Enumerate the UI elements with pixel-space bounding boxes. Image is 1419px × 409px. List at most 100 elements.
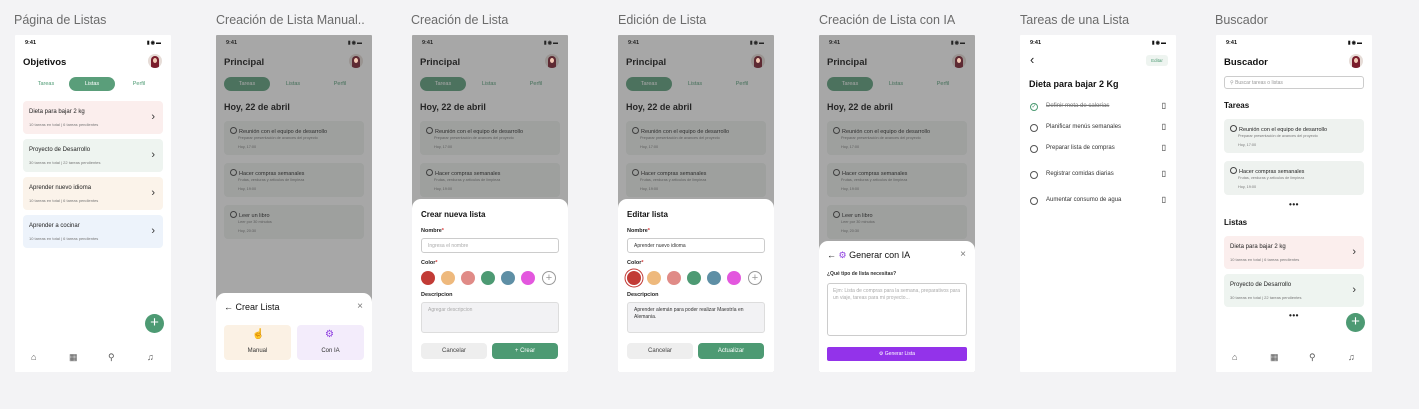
task-row[interactable]: Registrar comidas diarias ▯	[1028, 169, 1168, 182]
generate-list-button[interactable]: ⚙ Generar Lista	[827, 347, 967, 361]
color-swatch-orange[interactable]	[441, 271, 455, 285]
tab-perfil[interactable]: Perfil	[116, 77, 162, 91]
task-row[interactable]: ✓ Definir meta de calorías ▯	[1028, 101, 1168, 114]
name-input[interactable]: Aprender nuevo idioma	[627, 238, 765, 253]
list-card[interactable]: Dieta para bajar 2 kg 10 tareas en total …	[1224, 236, 1364, 269]
sheet-title: Crear nueva lista	[421, 210, 486, 219]
screen-edicion-lista: 9:41 ▮◉▬ Principal Tareas Listas Perfil H…	[618, 35, 774, 372]
tab-tareas[interactable]: Tareas	[23, 77, 69, 91]
trash-icon[interactable]: ▯	[1162, 122, 1166, 131]
list-title: Aprender nuevo idioma	[29, 185, 92, 191]
checkbox-icon[interactable]	[1030, 124, 1038, 132]
check-done-icon[interactable]: ✓	[1030, 103, 1038, 111]
list-card[interactable]: Aprender a cocinar 10 tareas en total | 6…	[23, 215, 163, 248]
cancel-button[interactable]: Cancelar	[627, 343, 693, 359]
status-icons: ▮◉▬	[1151, 40, 1167, 46]
list-card[interactable]: Proyecto de Desarrollo 30 tareas en total…	[23, 139, 163, 172]
update-button[interactable]: Actualizar	[698, 343, 764, 359]
task-card[interactable]: Hacer compras semanales Frutas, verduras …	[1224, 161, 1364, 195]
bell-icon[interactable]: ♫	[147, 352, 154, 362]
caption-creacion-manual: Creación de Lista Manual..	[216, 13, 365, 27]
task-label: Preparar lista de compras	[1046, 145, 1115, 151]
task-card[interactable]: Reunión con el equipo de desarrollo Prepa…	[1224, 119, 1364, 153]
caption-creacion-ia: Creación de Lista con IA	[819, 13, 956, 27]
back-arrow-icon[interactable]: ←	[224, 302, 233, 312]
color-swatch-blue[interactable]	[707, 271, 721, 285]
trash-icon[interactable]: ▯	[1162, 169, 1166, 178]
trash-icon[interactable]: ▯	[1162, 101, 1166, 110]
list-card[interactable]: Dieta para bajar 2 kg 10 tareas en total …	[23, 101, 163, 134]
color-swatch-red-selected[interactable]	[627, 271, 641, 285]
back-arrow-icon[interactable]: ←	[827, 250, 836, 260]
tab-bar: Tareas Listas Perfil	[23, 77, 163, 91]
more-tasks-dots[interactable]: •••	[1216, 200, 1372, 209]
color-swatch-pink[interactable]	[461, 271, 475, 285]
add-button[interactable]: +	[1346, 313, 1365, 332]
task-desc: Frutas, verduras y artículos de limpieza	[1238, 176, 1305, 180]
ia-option-button[interactable]: ⚙ Con IA	[297, 325, 364, 360]
add-color-icon[interactable]: +	[542, 271, 556, 285]
cancel-button[interactable]: Cancelar	[421, 343, 487, 359]
task-row[interactable]: Preparar lista de compras ▯	[1028, 143, 1168, 156]
checkbox-icon[interactable]	[1030, 197, 1038, 205]
list-title: Dieta para bajar 2 kg	[29, 109, 85, 115]
avatar[interactable]	[148, 54, 162, 68]
crear-lista-sheet: ← Crear Lista × ☝ Manual ⚙ Con IA	[216, 293, 372, 372]
color-swatch-green[interactable]	[481, 271, 495, 285]
back-icon[interactable]: ‹	[1030, 52, 1034, 67]
checkbox-icon[interactable]	[1030, 171, 1038, 179]
desc-textarea[interactable]: Agregar descripcion	[421, 302, 559, 333]
color-swatch-blue[interactable]	[501, 271, 515, 285]
status-bar: 9:41 ▮◉▬	[1030, 40, 1167, 47]
close-icon[interactable]: ×	[960, 249, 966, 260]
name-input[interactable]: Ingresa el nombre	[421, 238, 559, 253]
color-swatch-magenta[interactable]	[521, 271, 535, 285]
screen-creacion-ia: 9:41 ▮◉▬ Principal Tareas Listas Perfil H…	[819, 35, 975, 372]
calendar-icon[interactable]: ▦	[69, 352, 78, 363]
checkbox-icon[interactable]	[1030, 145, 1038, 153]
add-list-button[interactable]: +	[145, 314, 164, 333]
color-swatch-green[interactable]	[687, 271, 701, 285]
tab-listas[interactable]: Listas	[69, 77, 115, 91]
ia-question: ¿Qué tipo de lista necesitas?	[827, 271, 897, 277]
search-icon[interactable]: ⚲	[108, 352, 115, 363]
chevron-right-icon: ›	[1352, 284, 1356, 296]
task-title: Reunión con el equipo de desarrollo	[1230, 125, 1327, 133]
calendar-icon[interactable]: ▦	[1270, 352, 1279, 363]
task-row[interactable]: Planificar menús semanales ▯	[1028, 122, 1168, 135]
chevron-right-icon: ›	[151, 111, 155, 123]
list-card[interactable]: Proyecto de Desarrollo 30 tareas en total…	[1224, 274, 1364, 307]
chevron-right-icon: ›	[151, 225, 155, 237]
status-bar: 9:41 ▮◉▬	[1226, 40, 1363, 47]
avatar[interactable]	[1349, 54, 1363, 68]
home-icon[interactable]: ⌂	[31, 352, 36, 362]
status-icons: ▮◉▬	[1347, 40, 1363, 46]
bell-icon[interactable]: ♫	[1348, 352, 1355, 362]
color-swatch-pink[interactable]	[667, 271, 681, 285]
ia-prompt-textarea[interactable]: Ejm: Lista de compras para la semana, pr…	[827, 283, 967, 336]
task-row[interactable]: Aumentar consumo de agua ▯	[1028, 195, 1168, 208]
trash-icon[interactable]: ▯	[1162, 143, 1166, 152]
desc-textarea[interactable]: Aprender alemán para poder realizar Maes…	[627, 302, 765, 333]
sheet-title-row: ← ⚙ Generar con IA	[827, 250, 910, 261]
list-card[interactable]: Aprender nuevo idioma 10 tareas en total …	[23, 177, 163, 210]
add-color-icon[interactable]: +	[748, 271, 762, 285]
home-icon[interactable]: ⌂	[1232, 352, 1237, 362]
manual-option-button[interactable]: ☝ Manual	[224, 325, 291, 360]
color-swatch-magenta[interactable]	[727, 271, 741, 285]
bottom-nav: ⌂ ▦ ⚲ ♫	[15, 352, 171, 364]
trash-icon[interactable]: ▯	[1162, 195, 1166, 204]
hand-icon: ☝	[252, 329, 265, 340]
task-label: Aumentar consumo de agua	[1046, 197, 1122, 203]
create-button[interactable]: + Crear	[492, 343, 558, 359]
search-input[interactable]: ⚲ Buscar tareas o listas	[1224, 76, 1364, 89]
close-icon[interactable]: ×	[357, 301, 363, 312]
edit-button[interactable]: Editar	[1146, 55, 1168, 66]
editar-lista-sheet: Editar lista Nombre* Aprender nuevo idio…	[618, 199, 774, 372]
desc-label: Descripcion	[627, 292, 659, 298]
robot-icon: ⚙	[878, 351, 884, 357]
color-swatch-red[interactable]	[421, 271, 435, 285]
search-icon[interactable]: ⚲	[1309, 352, 1316, 363]
list-meta: 10 tareas en total | 6 tareas pendientes	[29, 236, 99, 241]
color-swatch-orange[interactable]	[647, 271, 661, 285]
